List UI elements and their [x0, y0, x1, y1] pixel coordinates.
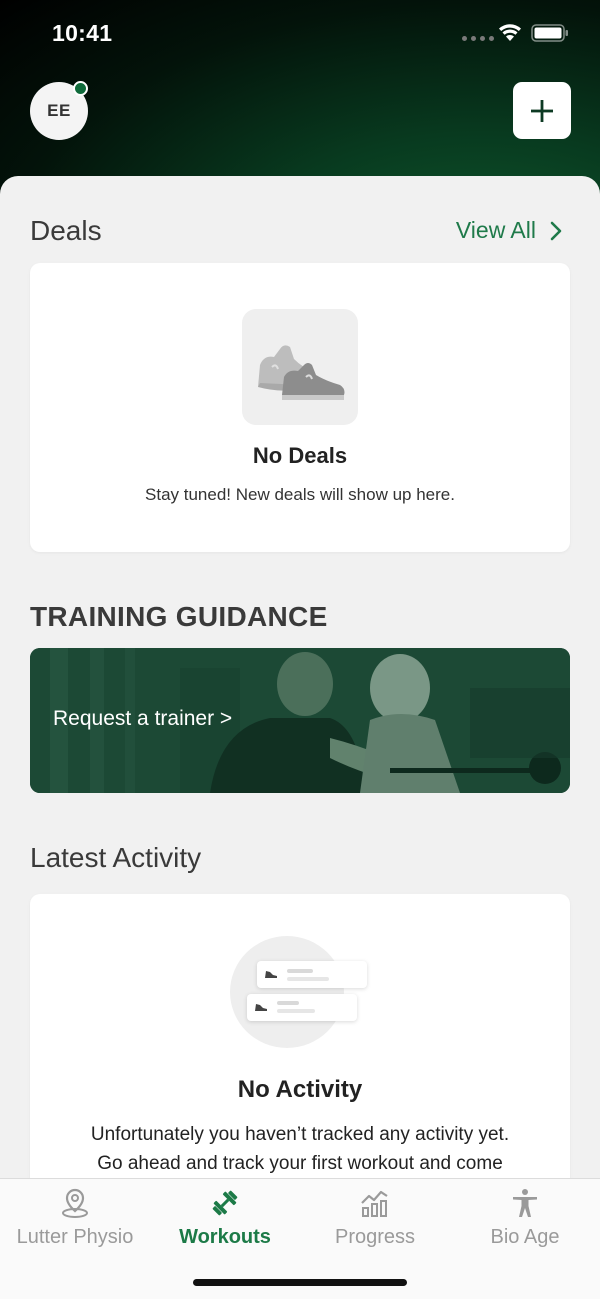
sneaker-icon	[265, 971, 277, 978]
location-pin-icon	[62, 1188, 88, 1218]
tab-label: Lutter Physio	[16, 1226, 134, 1248]
plus-icon	[531, 99, 553, 122]
training-guidance-title: TRAINING GUIDANCE	[30, 601, 328, 632]
tab-label: Workouts	[179, 1226, 271, 1248]
sneaker-icon	[255, 1004, 267, 1011]
tab-label: Progress	[334, 1226, 416, 1248]
add-button[interactable]	[513, 82, 571, 139]
sneakers-icon	[242, 309, 358, 425]
status-time: 10:41	[52, 20, 113, 46]
no-deals-subtitle: Stay tuned! New deals will show up here.	[145, 485, 455, 504]
no-activity-description: Unfortunately you haven’t tracked any ac…	[50, 1120, 550, 1178]
view-all-deals-link[interactable]: View All	[456, 217, 562, 244]
no-activity-line-1: Unfortunately you haven’t tracked any ac…	[90, 1124, 510, 1145]
request-trainer-label: Request a trainer >	[53, 707, 233, 730]
cellular-signal-icon	[462, 36, 494, 41]
home-indicator[interactable]	[193, 1279, 407, 1286]
chevron-right-icon	[550, 221, 562, 240]
battery-icon	[531, 24, 568, 42]
view-all-label: View All	[455, 217, 536, 243]
activity-illustration	[230, 936, 344, 1048]
activity-item-illustration	[257, 961, 367, 988]
content-sheet: Deals View All No Deals Stay tuned! New …	[0, 176, 600, 1179]
online-status-dot	[73, 81, 88, 96]
status-bar: 10:41	[0, 0, 600, 66]
tab-lutter-physio[interactable]: Lutter Physio	[0, 1179, 150, 1259]
tab-workouts[interactable]: Workouts	[150, 1179, 300, 1259]
activity-item-illustration	[247, 994, 357, 1021]
latest-activity-card: No Activity Unfortunately you haven’t tr…	[30, 894, 570, 1179]
tab-label: Bio Age	[490, 1226, 560, 1248]
deals-section-title: Deals	[30, 215, 102, 246]
person-icon	[513, 1189, 537, 1217]
chart-icon	[361, 1190, 388, 1217]
tab-bio-age[interactable]: Bio Age	[450, 1179, 600, 1259]
tab-progress[interactable]: Progress	[300, 1179, 450, 1259]
no-activity-line-2: Go ahead and track your first workout an…	[97, 1153, 503, 1174]
request-trainer-banner[interactable]: Request a trainer >	[30, 648, 570, 793]
no-activity-title: No Activity	[237, 1076, 363, 1103]
avatar-initials: EE	[47, 101, 71, 120]
deals-card: No Deals Stay tuned! New deals will show…	[30, 263, 570, 552]
wifi-icon	[499, 24, 521, 41]
dumbbell-icon	[212, 1190, 238, 1216]
no-deals-title: No Deals	[252, 443, 348, 468]
latest-activity-title: Latest Activity	[30, 842, 202, 873]
